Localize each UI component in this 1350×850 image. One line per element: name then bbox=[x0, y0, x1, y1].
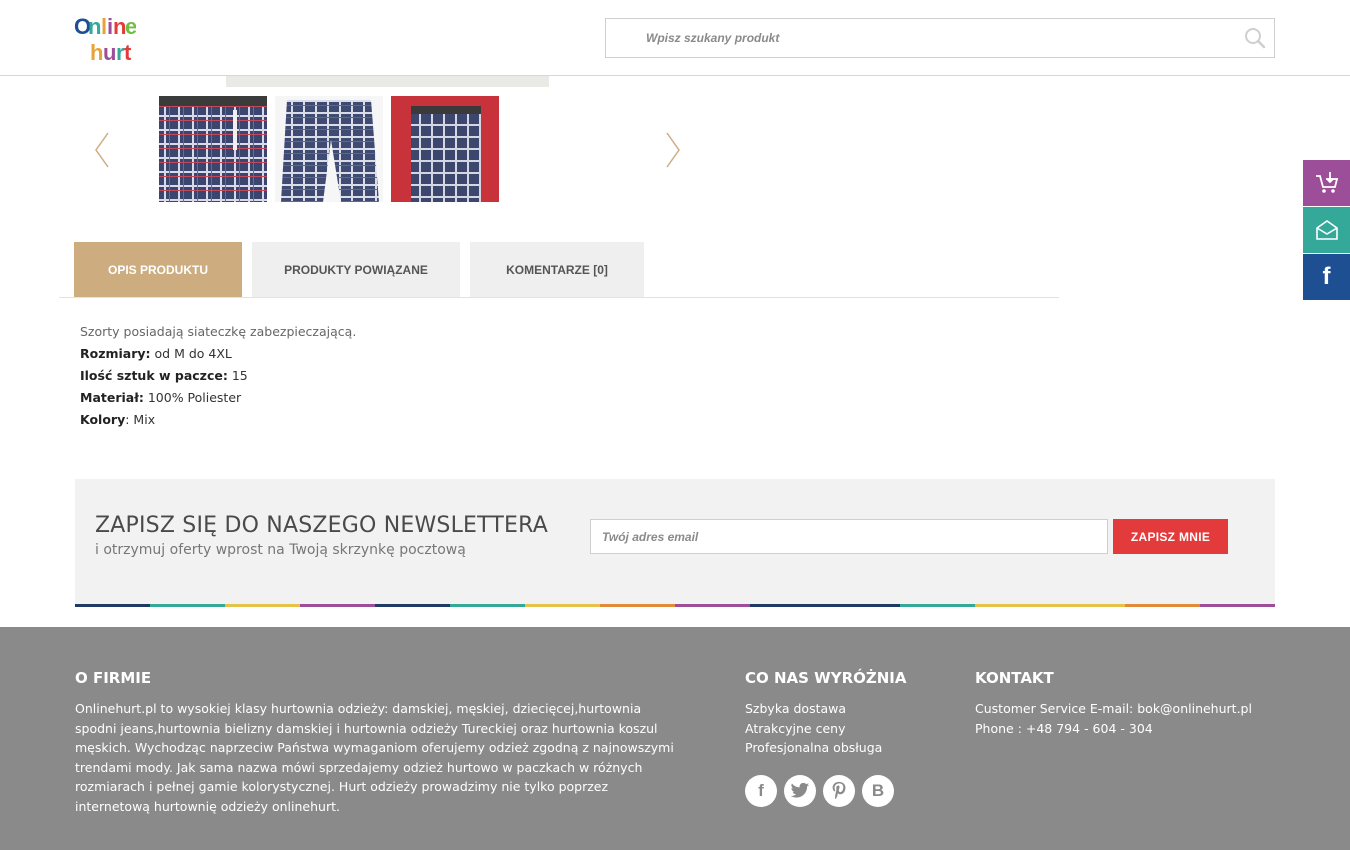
mail-icon bbox=[1315, 220, 1338, 240]
svg-text:u: u bbox=[103, 40, 115, 64]
main-product-image bbox=[226, 76, 549, 87]
pinterest-icon[interactable] bbox=[823, 775, 855, 807]
svg-text:e: e bbox=[125, 14, 136, 39]
thumbnail-image[interactable] bbox=[275, 96, 383, 202]
side-facebook-button[interactable]: f bbox=[1303, 254, 1350, 300]
newsletter-section: ZAPISZ SIĘ DO NASZEGO NEWSLETTERA i otrz… bbox=[75, 479, 1275, 607]
tab-related-products[interactable]: PRODUKTY POWIĄZANE bbox=[252, 242, 460, 297]
logo[interactable]: O n l i n e h u r t bbox=[74, 12, 136, 64]
logo-icon: O n l i n e h u r t bbox=[74, 14, 136, 64]
row-label: Rozmiary: bbox=[80, 346, 151, 361]
search-icon[interactable] bbox=[1244, 27, 1266, 49]
search-input[interactable] bbox=[646, 19, 1226, 57]
newsletter-subtitle: i otrzymuj oferty wprost na Twoją skrzyn… bbox=[95, 542, 466, 558]
thumbnail-image[interactable] bbox=[391, 96, 499, 202]
svg-text:l: l bbox=[101, 14, 106, 39]
prev-arrow-icon[interactable] bbox=[93, 130, 113, 170]
next-arrow-icon[interactable] bbox=[662, 130, 682, 170]
footer-contact-email[interactable]: Customer Service E-mail: bok@onlinehurt.… bbox=[975, 699, 1252, 719]
newsletter-email-input[interactable] bbox=[591, 520, 1107, 553]
newsletter-subscribe-button[interactable]: ZAPISZ MNIE bbox=[1113, 519, 1228, 554]
twitter-icon[interactable] bbox=[784, 775, 816, 807]
description-row: Kolory: Mix bbox=[80, 409, 356, 431]
footer-feature-item[interactable]: Profesjonalna obsługa bbox=[745, 738, 882, 758]
svg-text:h: h bbox=[90, 40, 103, 64]
search-box bbox=[605, 18, 1275, 58]
footer-feature-item[interactable]: Szbyka dostawa bbox=[745, 699, 882, 719]
svg-text:t: t bbox=[124, 40, 132, 64]
newsletter-email-box bbox=[590, 519, 1108, 554]
social-links: f B bbox=[745, 775, 894, 807]
tab-product-description[interactable]: OPIS PRODUKTU bbox=[74, 242, 242, 297]
svg-text:i: i bbox=[107, 14, 112, 39]
row-label: Ilość sztuk w paczce: bbox=[80, 368, 228, 383]
row-value: od M do 4XL bbox=[150, 346, 232, 361]
newsletter-title: ZAPISZ SIĘ DO NASZEGO NEWSLETTERA bbox=[95, 513, 548, 538]
thumbnail-image[interactable] bbox=[159, 96, 267, 202]
header: O n l i n e h u r t bbox=[0, 0, 1350, 76]
tabs-divider bbox=[59, 297, 1059, 298]
footer-about-title: O FIRMIE bbox=[75, 669, 152, 687]
row-label: Materiał: bbox=[80, 390, 144, 405]
color-stripe bbox=[75, 604, 1275, 607]
side-cart-button[interactable] bbox=[1303, 160, 1350, 206]
row-value: 100% Poliester bbox=[143, 390, 242, 405]
b-icon[interactable]: B bbox=[862, 775, 894, 807]
footer-features-list: Szbyka dostawa Atrakcyjne ceny Profesjon… bbox=[745, 699, 882, 758]
svg-text:n: n bbox=[88, 14, 101, 39]
description-row: Ilość sztuk w paczce: 15 bbox=[80, 365, 356, 387]
product-description: Szorty posiadają siateczkę zabezpieczają… bbox=[80, 321, 356, 431]
footer-contact-phone[interactable]: Phone : +48 794 - 604 - 304 bbox=[975, 719, 1252, 739]
cart-icon bbox=[1315, 172, 1338, 193]
footer-features-title: CO NAS WYRÓŻNIA bbox=[745, 669, 907, 687]
page: O n l i n e h u r t Wpisz szukany produk… bbox=[0, 0, 1350, 850]
footer-contact-list: Customer Service E-mail: bok@onlinehurt.… bbox=[975, 699, 1252, 738]
row-value: : Mix bbox=[125, 412, 156, 427]
facebook-icon: f bbox=[1322, 263, 1331, 290]
footer: O FIRMIE Onlinehurt.pl to wysokiej klasy… bbox=[0, 627, 1350, 850]
row-value: 15 bbox=[227, 368, 248, 383]
description-intro: Szorty posiadają siateczkę zabezpieczają… bbox=[80, 324, 357, 339]
row-label: Kolory bbox=[80, 412, 126, 427]
description-row: Materiał: 100% Poliester bbox=[80, 387, 356, 409]
footer-about-text: Onlinehurt.pl to wysokiej klasy hurtowni… bbox=[75, 701, 674, 814]
side-mail-button[interactable] bbox=[1303, 207, 1350, 253]
tab-comments[interactable]: KOMENTARZE [0] bbox=[470, 242, 644, 297]
facebook-icon[interactable]: f bbox=[745, 775, 777, 807]
footer-contact-title: KONTAKT bbox=[975, 669, 1054, 687]
description-row: Rozmiary: od M do 4XL bbox=[80, 343, 356, 365]
footer-feature-item[interactable]: Atrakcyjne ceny bbox=[745, 719, 882, 739]
